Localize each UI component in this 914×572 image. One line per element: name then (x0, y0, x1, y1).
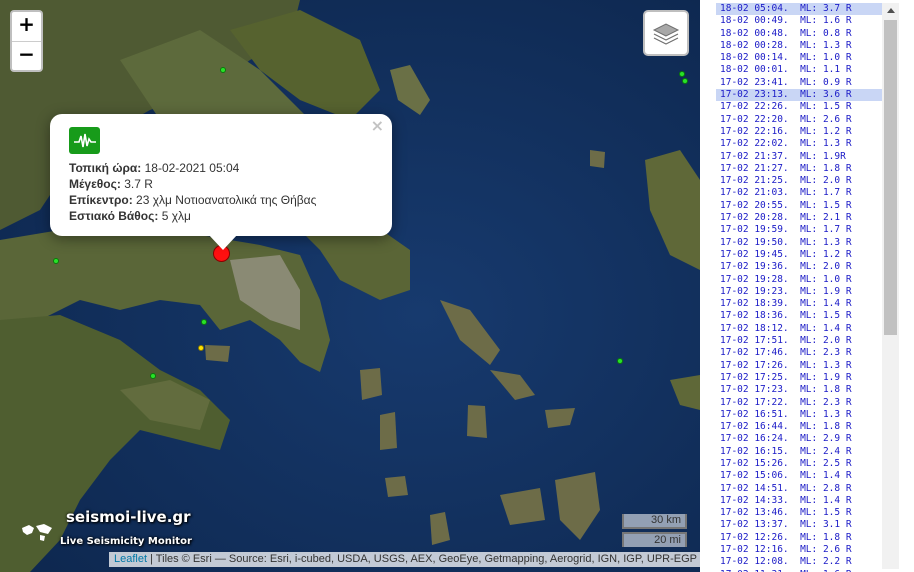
quake-list-item[interactable]: 17-02 16:15. ML: 2.4 R (716, 446, 882, 458)
quake-list-item[interactable]: 17-02 15:26. ML: 2.5 R (716, 458, 882, 470)
logo-subtext: Live Seismicity Monitor (60, 536, 192, 547)
quake-list-item[interactable]: 18-02 00:28. ML: 1.3 R (716, 40, 882, 52)
app-root: + − × Τοπική ώρα: 18-02-2021 05:04 Μέγεθ… (0, 0, 914, 572)
quake-marker[interactable] (201, 319, 207, 325)
world-map-icon (22, 524, 52, 541)
zoom-in-button[interactable]: + (12, 12, 41, 41)
quake-marker-older[interactable] (198, 345, 204, 351)
popup-depth: Εστιακό Βάθος: 5 χλμ (69, 209, 191, 223)
popup-close-button[interactable]: × (371, 116, 384, 135)
quake-list-item[interactable]: 17-02 23:41. ML: 0.9 R (716, 77, 882, 89)
quake-marker[interactable] (682, 78, 688, 84)
quake-list-item[interactable]: 18-02 00:14. ML: 1.0 R (716, 52, 882, 64)
quake-list-item[interactable]: 17-02 12:26. ML: 1.8 R (716, 532, 882, 544)
quake-list-item[interactable]: 17-02 13:37. ML: 3.1 R (716, 519, 882, 531)
scroll-up-arrow[interactable] (882, 3, 899, 18)
seismogram-icon (69, 127, 100, 154)
quake-popup: × Τοπική ώρα: 18-02-2021 05:04 Μέγεθος: … (50, 114, 392, 250)
quake-list-item[interactable]: 17-02 17:26. ML: 1.3 R (716, 360, 882, 372)
popup-local-time: Τοπική ώρα: 18-02-2021 05:04 (69, 161, 240, 175)
quake-list-item[interactable]: 17-02 16:51. ML: 1.3 R (716, 409, 882, 421)
quake-list-item[interactable]: 17-02 12:16. ML: 2.6 R (716, 544, 882, 556)
quake-list-item[interactable]: 17-02 22:26. ML: 1.5 R (716, 101, 882, 113)
scale-km: 30 km (622, 514, 687, 529)
quake-list-item[interactable]: 17-02 18:36. ML: 1.5 R (716, 310, 882, 322)
quake-list-item[interactable]: 17-02 22:20. ML: 2.6 R (716, 114, 882, 126)
quake-list-item[interactable]: 18-02 05:04. ML: 3.7 R (716, 3, 882, 16)
quake-marker[interactable] (220, 67, 226, 73)
logo-text: seismoi-live.gr (66, 508, 191, 526)
quake-list-item[interactable]: 17-02 13:46. ML: 1.5 R (716, 507, 882, 519)
quake-list-item[interactable]: 17-02 17:22. ML: 2.3 R (716, 397, 882, 409)
quake-list-item[interactable]: 17-02 18:12. ML: 1.4 R (716, 323, 882, 335)
map-view[interactable]: + − × Τοπική ώρα: 18-02-2021 05:04 Μέγεθ… (0, 0, 700, 572)
quake-marker[interactable] (679, 71, 685, 77)
quake-list-item[interactable]: 18-02 00:01. ML: 1.1 R (716, 64, 882, 76)
quake-list-item[interactable]: 17-02 19:50. ML: 1.3 R (716, 237, 882, 249)
zoom-out-button[interactable]: − (12, 41, 41, 70)
attribution-text: | Tiles © Esri — Source: Esri, i-cubed, … (150, 553, 697, 565)
quake-list-item[interactable]: 17-02 19:23. ML: 1.9 R (716, 286, 882, 298)
site-logo: seismoi-live.gr Live Seismicity Monitor (20, 508, 220, 550)
scroll-thumb[interactable] (884, 20, 897, 335)
quake-list[interactable]: 18-02 05:04. ML: 3.7 R 18-02 00:49. ML: 1… (716, 3, 882, 572)
quake-list-item[interactable]: 18-02 00:48. ML: 0.8 R (716, 28, 882, 40)
quake-list-item[interactable]: 17-02 17:46. ML: 2.3 R (716, 347, 882, 359)
quake-list-item[interactable]: 17-02 21:37. ML: 1.9R (716, 151, 882, 163)
quake-list-item[interactable]: 17-02 14:51. ML: 2.8 R (716, 483, 882, 495)
quake-marker[interactable] (150, 373, 156, 379)
zoom-control: + − (10, 10, 43, 72)
quake-list-item[interactable]: 17-02 19:36. ML: 2.0 R (716, 261, 882, 273)
quake-list-item[interactable]: 17-02 16:24. ML: 2.9 R (716, 433, 882, 445)
quake-list-item[interactable]: 17-02 17:51. ML: 2.0 R (716, 335, 882, 347)
popup-tip (208, 234, 238, 250)
satellite-basemap (0, 0, 700, 572)
popup-magnitude: Μέγεθος: 3.7 R (69, 177, 153, 191)
quake-list-item[interactable]: 17-02 19:59. ML: 1.7 R (716, 224, 882, 236)
quake-list-item[interactable]: 17-02 22:02. ML: 1.3 R (716, 138, 882, 150)
quake-list-item[interactable]: 17-02 15:06. ML: 1.4 R (716, 470, 882, 482)
quake-list-item[interactable]: 17-02 21:27. ML: 1.8 R (716, 163, 882, 175)
quake-list-item[interactable]: 17-02 23:13. ML: 3.6 R (716, 89, 882, 102)
quake-list-item[interactable]: 17-02 21:25. ML: 2.0 R (716, 175, 882, 187)
quake-list-item[interactable]: 17-02 11:31. ML: 1.6 R (716, 569, 882, 572)
layers-button[interactable] (643, 10, 689, 56)
quake-list-item[interactable]: 17-02 22:16. ML: 1.2 R (716, 126, 882, 138)
popup-epicenter: Επίκεντρο: 23 χλμ Νοτιοανατολικά της Θήβ… (69, 193, 317, 207)
quake-list-item[interactable]: 17-02 19:45. ML: 1.2 R (716, 249, 882, 261)
quake-list-item[interactable]: 17-02 18:39. ML: 1.4 R (716, 298, 882, 310)
scale-bar: 30 km 20 mi (622, 514, 687, 547)
quake-list-item[interactable]: 17-02 17:25. ML: 1.9 R (716, 372, 882, 384)
quake-list-item[interactable]: 17-02 16:44. ML: 1.8 R (716, 421, 882, 433)
quake-list-item[interactable]: 17-02 19:28. ML: 1.0 R (716, 274, 882, 286)
layers-icon (652, 23, 680, 45)
map-attribution: Leaflet | Tiles © Esri — Source: Esri, i… (109, 552, 700, 567)
quake-list-item[interactable]: 17-02 12:08. ML: 2.2 R (716, 556, 882, 568)
quake-list-item[interactable]: 17-02 17:23. ML: 1.8 R (716, 384, 882, 396)
leaflet-link[interactable]: Leaflet (114, 553, 147, 565)
scale-mi: 20 mi (622, 532, 687, 547)
list-scrollbar[interactable] (882, 3, 899, 569)
quake-list-item[interactable]: 17-02 14:33. ML: 1.4 R (716, 495, 882, 507)
quake-list-item[interactable]: 17-02 21:03. ML: 1.7 R (716, 187, 882, 199)
quake-list-item[interactable]: 18-02 00:49. ML: 1.6 R (716, 15, 882, 27)
quake-marker[interactable] (53, 258, 59, 264)
quake-list-item[interactable]: 17-02 20:28. ML: 2.1 R (716, 212, 882, 224)
quake-marker[interactable] (617, 358, 623, 364)
quake-list-item[interactable]: 17-02 20:55. ML: 1.5 R (716, 200, 882, 212)
